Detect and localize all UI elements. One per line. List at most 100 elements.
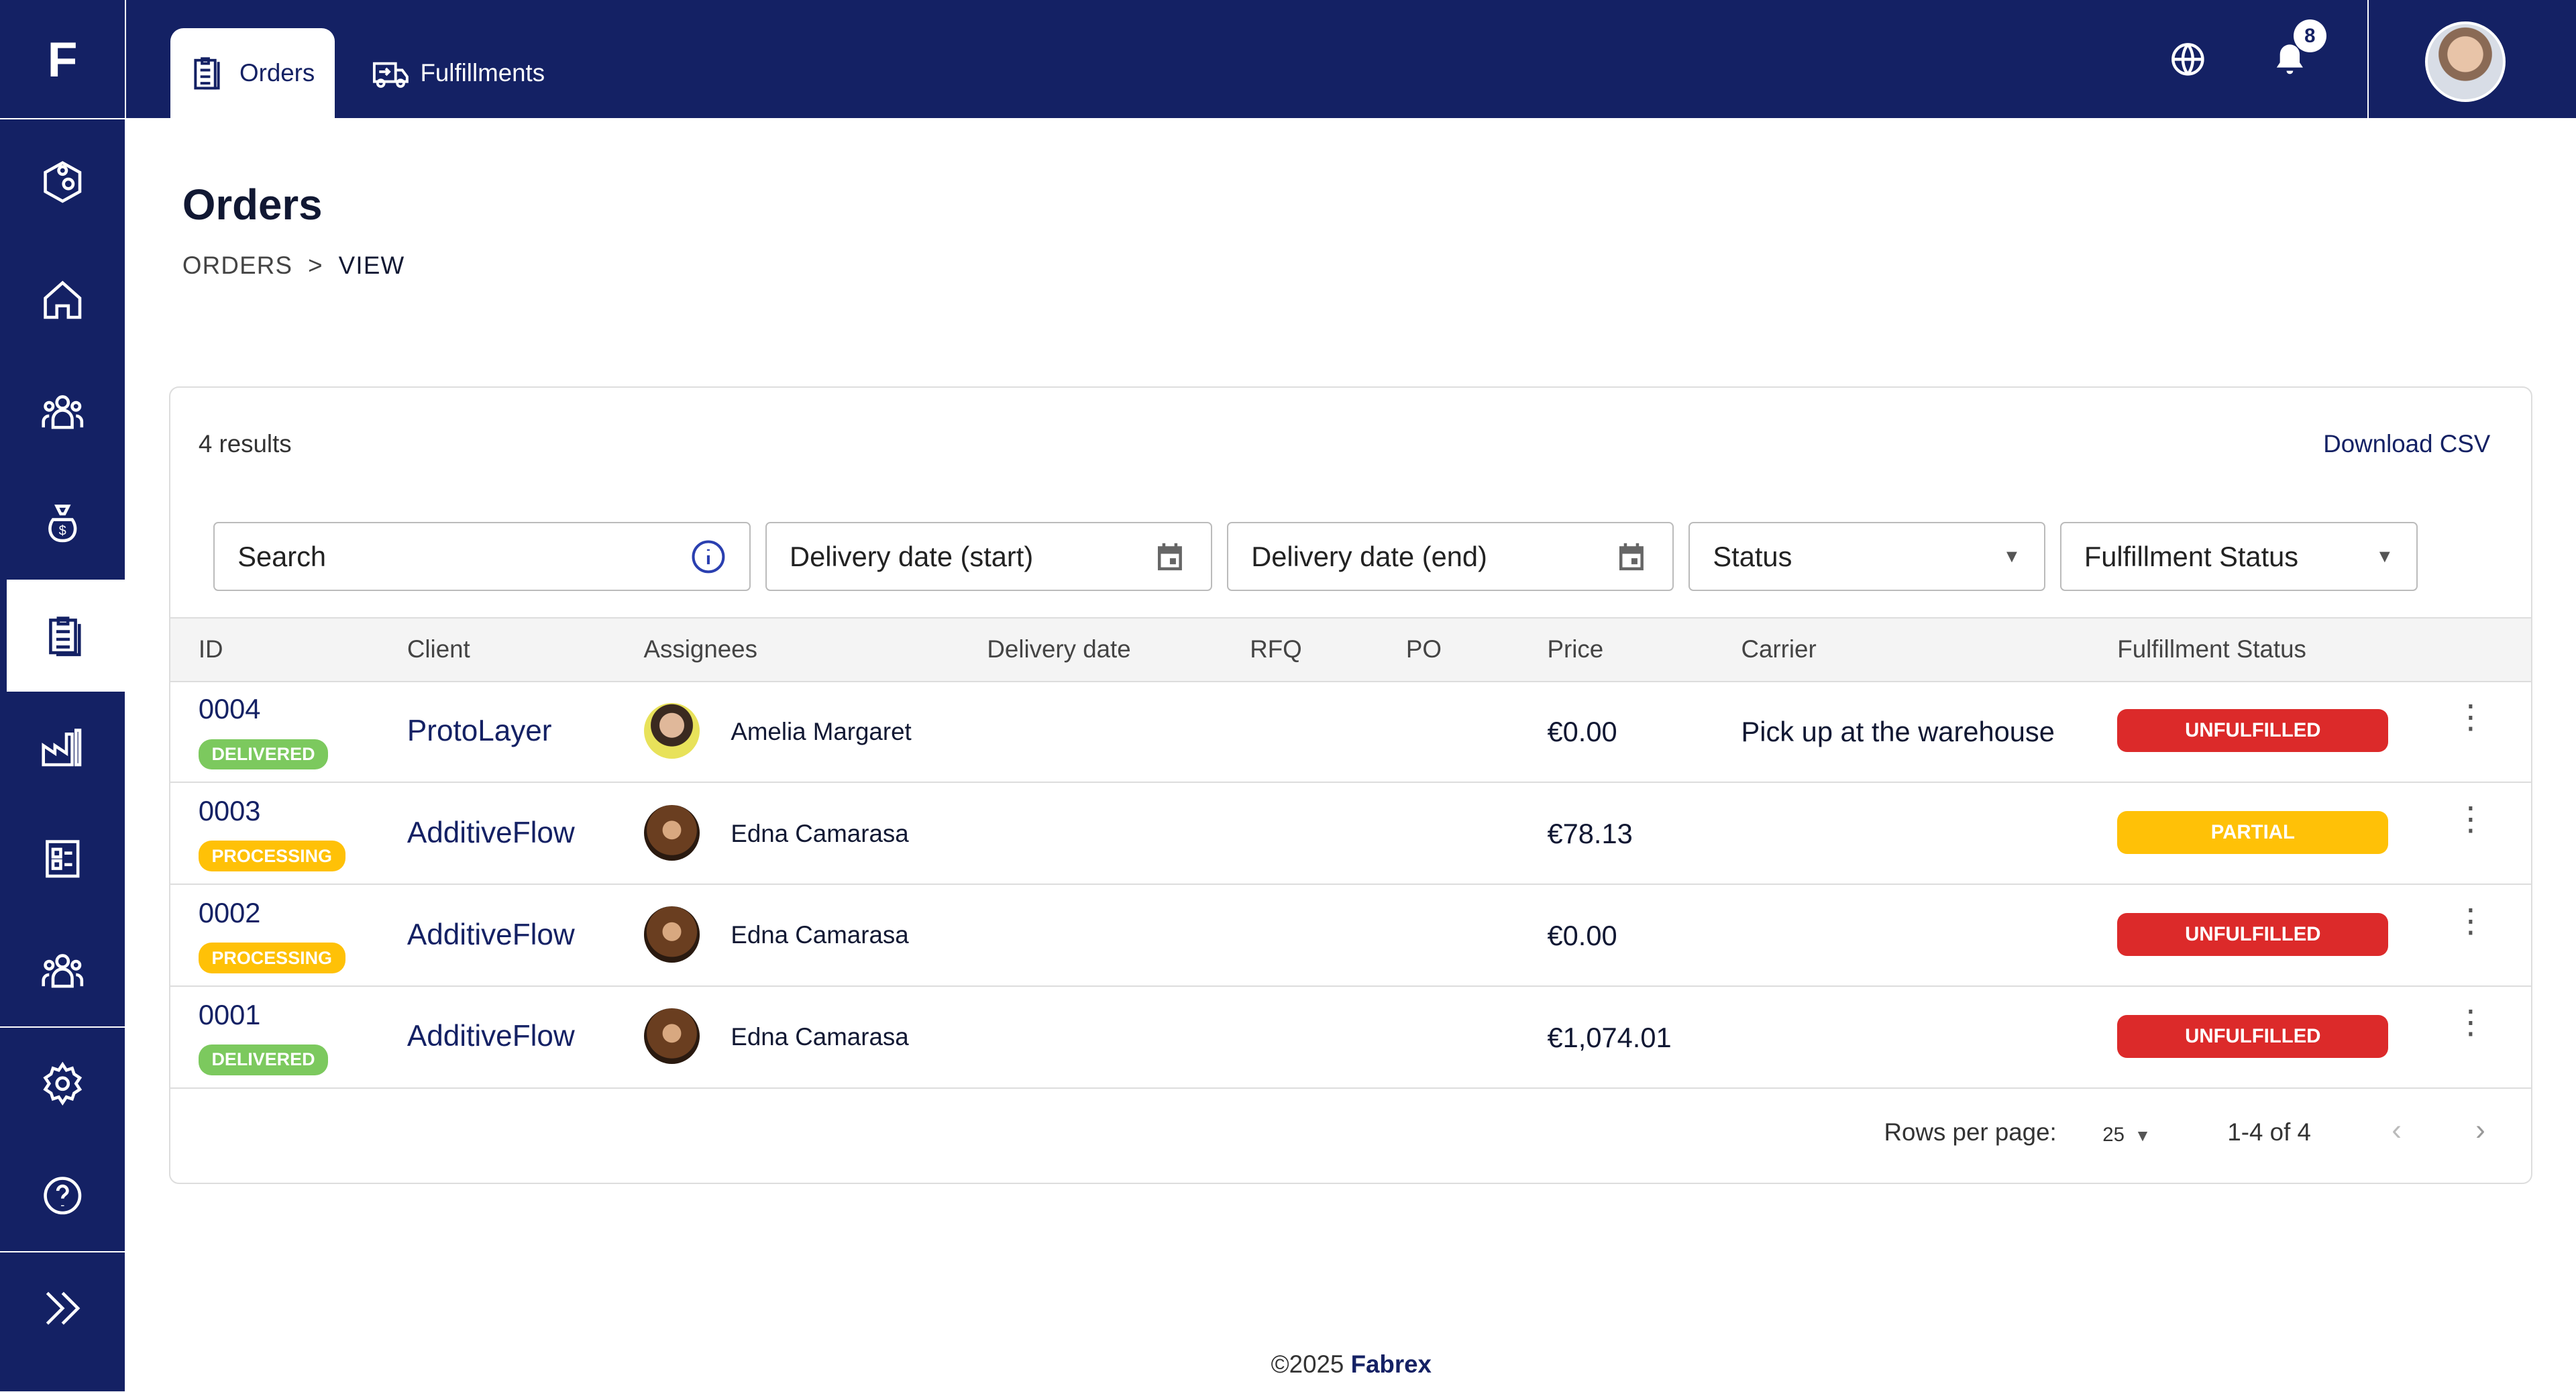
sidebar-item-manufacturing[interactable] xyxy=(0,119,125,244)
fulfillment-status-select[interactable]: Fulfillment Status ▼ xyxy=(2059,522,2418,592)
page-title: Orders xyxy=(182,181,323,229)
table-row[interactable]: 0003 PROCESSING AdditiveFlow Edna Camara… xyxy=(170,784,2532,886)
app-logo[interactable]: F xyxy=(0,0,125,120)
date-end-placeholder: Delivery date (end) xyxy=(1251,540,1487,572)
dropdown-arrow-icon: ▼ xyxy=(2375,546,2394,567)
globe-icon[interactable] xyxy=(2168,40,2208,79)
date-start-placeholder: Delivery date (start) xyxy=(790,540,1034,572)
rows-per-page-label: Rows per page: xyxy=(1884,1118,2057,1146)
fulfillment-status-badge: PARTIAL xyxy=(2117,811,2389,854)
table-header: ID Client Assignees Delivery date RFQ PO… xyxy=(170,617,2532,683)
breadcrumb-view: VIEW xyxy=(338,251,405,279)
top-bar: Orders Fulfillments xyxy=(125,0,2576,119)
sidebar-item-help[interactable] xyxy=(0,1140,125,1252)
column-header-price[interactable]: Price xyxy=(1547,635,1603,663)
sidebar-item-groups[interactable] xyxy=(0,915,125,1027)
status-placeholder: Status xyxy=(1713,540,1792,572)
fulfillment-status-badge: UNFULFILLED xyxy=(2117,913,2389,956)
more-options-icon[interactable]: ⋮ xyxy=(2454,904,2487,937)
fulfillment-status-badge: UNFULFILLED xyxy=(2117,709,2389,753)
sidebar-item-home[interactable] xyxy=(0,244,125,356)
more-options-icon[interactable]: ⋮ xyxy=(2454,1006,2487,1039)
sidebar-item-team[interactable] xyxy=(0,356,125,468)
delivery-date-end-field[interactable]: Delivery date (end) xyxy=(1226,522,1674,592)
breadcrumb-separator: > xyxy=(308,251,323,279)
sidebar-expand-button[interactable] xyxy=(0,1252,125,1364)
sidebar-item-orders[interactable] xyxy=(6,580,125,692)
user-avatar[interactable] xyxy=(2424,21,2506,103)
breadcrumb: ORDERS > VIEW xyxy=(182,252,405,280)
column-header-fulfillment-status[interactable]: Fulfillment Status xyxy=(2117,635,2306,663)
home-icon xyxy=(44,280,82,319)
column-header-delivery-date[interactable]: Delivery date xyxy=(987,635,1130,663)
info-icon[interactable] xyxy=(690,539,727,575)
svg-text:$: $ xyxy=(58,524,66,539)
clipboard-icon xyxy=(48,617,81,657)
sidebar-item-settings[interactable] xyxy=(0,1028,125,1140)
tab-orders[interactable]: Orders xyxy=(170,28,335,119)
column-header-assignees[interactable]: Assignees xyxy=(644,635,757,663)
order-id-link[interactable]: 0002 xyxy=(199,897,261,929)
next-page-icon[interactable]: › xyxy=(2475,1114,2485,1147)
table-row[interactable]: 0001 DELIVERED AdditiveFlow Edna Camaras… xyxy=(170,987,2532,1089)
sidebar-item-catalog[interactable] xyxy=(0,803,125,915)
order-status-badge: DELIVERED xyxy=(198,739,329,770)
sidebar-item-factory[interactable] xyxy=(0,692,125,804)
cube-gear-icon xyxy=(44,161,82,203)
rows-per-page-select[interactable]: 25 ▼ xyxy=(2102,1124,2151,1146)
results-count: 4 results xyxy=(198,430,292,458)
breadcrumb-orders[interactable]: ORDERS xyxy=(182,252,292,279)
brand-name: Fabrex xyxy=(1350,1350,1432,1379)
table-row[interactable]: 0004 DELIVERED ProtoLayer Amelia Margare… xyxy=(170,682,2532,784)
search-input[interactable]: Search xyxy=(213,522,751,592)
price: €0.00 xyxy=(1547,716,1617,748)
column-header-rfq[interactable]: RFQ xyxy=(1250,635,1302,663)
sidebar: F $ xyxy=(0,0,125,1392)
column-header-id[interactable]: ID xyxy=(199,635,223,663)
help-icon xyxy=(44,1176,82,1214)
column-header-carrier[interactable]: Carrier xyxy=(1741,635,1816,663)
status-select[interactable]: Status ▼ xyxy=(1688,522,2045,592)
users-icon xyxy=(42,395,83,429)
order-id-link[interactable]: 0004 xyxy=(199,693,261,725)
money-bag-icon: $ xyxy=(48,504,77,543)
more-options-icon[interactable]: ⋮ xyxy=(2454,700,2487,733)
assignee-name: Edna Camarasa xyxy=(731,819,909,847)
copyright: ©2025 xyxy=(1271,1350,1344,1379)
client-link[interactable]: AdditiveFlow xyxy=(407,918,575,952)
orders-card: 4 results Download CSV Search Delivery d… xyxy=(169,386,2533,1184)
client-link[interactable]: AdditiveFlow xyxy=(407,816,575,850)
client-link[interactable]: AdditiveFlow xyxy=(407,1020,575,1053)
assignee-avatar xyxy=(643,804,700,861)
calendar-icon[interactable] xyxy=(1152,539,1188,575)
price: €0.00 xyxy=(1547,919,1617,951)
column-header-client[interactable]: Client xyxy=(407,635,470,663)
notification-badge: 8 xyxy=(2293,19,2326,53)
tab-fulfillments[interactable]: Fulfillments xyxy=(352,28,565,119)
assignee-name: Edna Camarasa xyxy=(731,1023,909,1051)
order-status-badge: PROCESSING xyxy=(198,943,345,973)
dropdown-arrow-icon: ▼ xyxy=(2130,1126,2151,1145)
search-placeholder: Search xyxy=(237,540,327,572)
price: €1,074.01 xyxy=(1547,1021,1672,1053)
sidebar-item-finance[interactable]: $ xyxy=(0,468,125,580)
table-row[interactable]: 0002 PROCESSING AdditiveFlow Edna Camara… xyxy=(170,886,2532,987)
assignee-name: Edna Camarasa xyxy=(731,921,909,949)
list-icon xyxy=(45,840,80,878)
order-status-badge: PROCESSING xyxy=(198,841,345,872)
factory-icon xyxy=(42,728,82,766)
download-csv-link[interactable]: Download CSV xyxy=(2323,430,2490,458)
truck-icon xyxy=(372,62,409,88)
column-header-po[interactable]: PO xyxy=(1406,635,1442,663)
previous-page-icon[interactable]: ‹ xyxy=(2392,1114,2402,1147)
order-status-badge: DELIVERED xyxy=(198,1045,329,1075)
calendar-icon[interactable] xyxy=(1613,539,1650,575)
order-id-link[interactable]: 0003 xyxy=(199,795,261,827)
fulfillment-status-badge: UNFULFILLED xyxy=(2117,1015,2389,1058)
assignee-avatar xyxy=(643,906,700,963)
delivery-date-start-field[interactable]: Delivery date (start) xyxy=(765,522,1212,592)
more-options-icon[interactable]: ⋮ xyxy=(2454,802,2487,835)
order-id-link[interactable]: 0001 xyxy=(199,999,261,1031)
dropdown-arrow-icon: ▼ xyxy=(2002,546,2021,567)
client-link[interactable]: ProtoLayer xyxy=(407,714,552,748)
